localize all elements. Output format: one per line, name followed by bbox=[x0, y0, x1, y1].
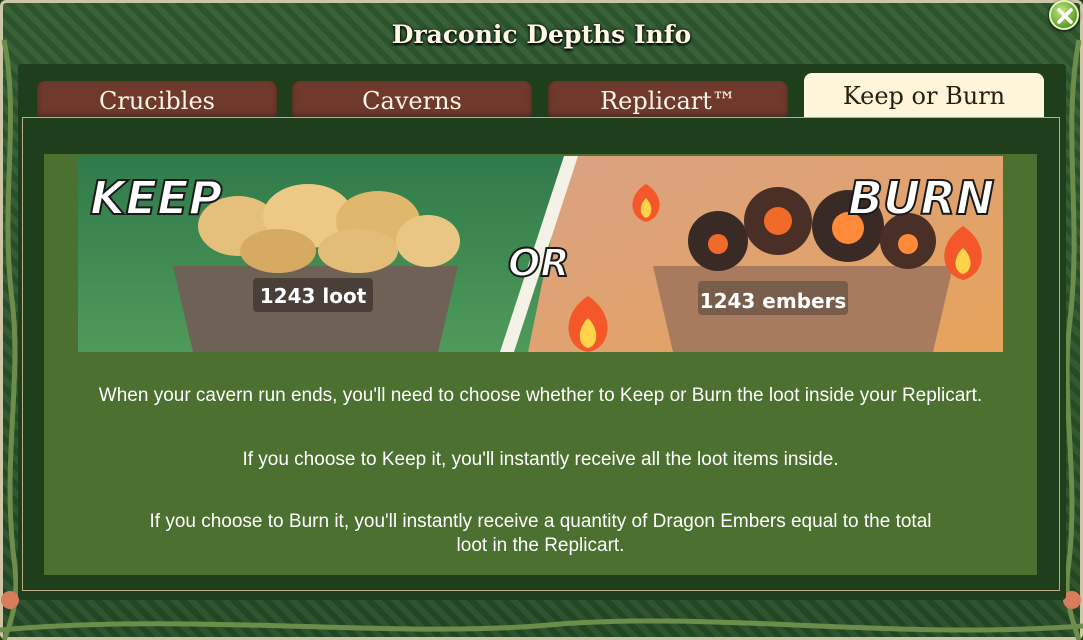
burn-count-label: 1243 embers bbox=[700, 289, 847, 313]
keep-label: KEEP bbox=[90, 171, 222, 225]
tab-crucibles[interactable]: Crucibles bbox=[37, 81, 277, 118]
tab-keep-or-burn[interactable]: Keep or Burn bbox=[804, 73, 1044, 120]
window-title: Draconic Depths Info bbox=[391, 20, 692, 49]
paragraph-run-ends: When your cavern run ends, you'll need t… bbox=[98, 385, 983, 406]
close-icon bbox=[1057, 8, 1073, 24]
close-button[interactable] bbox=[1049, 0, 1079, 30]
paragraph-burn: If you choose to Burn it, you'll instant… bbox=[149, 511, 932, 556]
tab-replicart[interactable]: Replicart™ bbox=[548, 81, 788, 118]
keep-count-label: 1243 loot bbox=[260, 284, 367, 308]
tab-caverns[interactable]: Caverns bbox=[292, 81, 532, 118]
burn-label: BURN bbox=[848, 171, 994, 225]
or-label: OR bbox=[508, 241, 570, 285]
keep-or-burn-banner: 1243 loot 1243 embers KEEP OR BURN bbox=[78, 156, 1003, 352]
paragraph-keep: If you choose to Keep it, you'll instant… bbox=[242, 449, 839, 470]
